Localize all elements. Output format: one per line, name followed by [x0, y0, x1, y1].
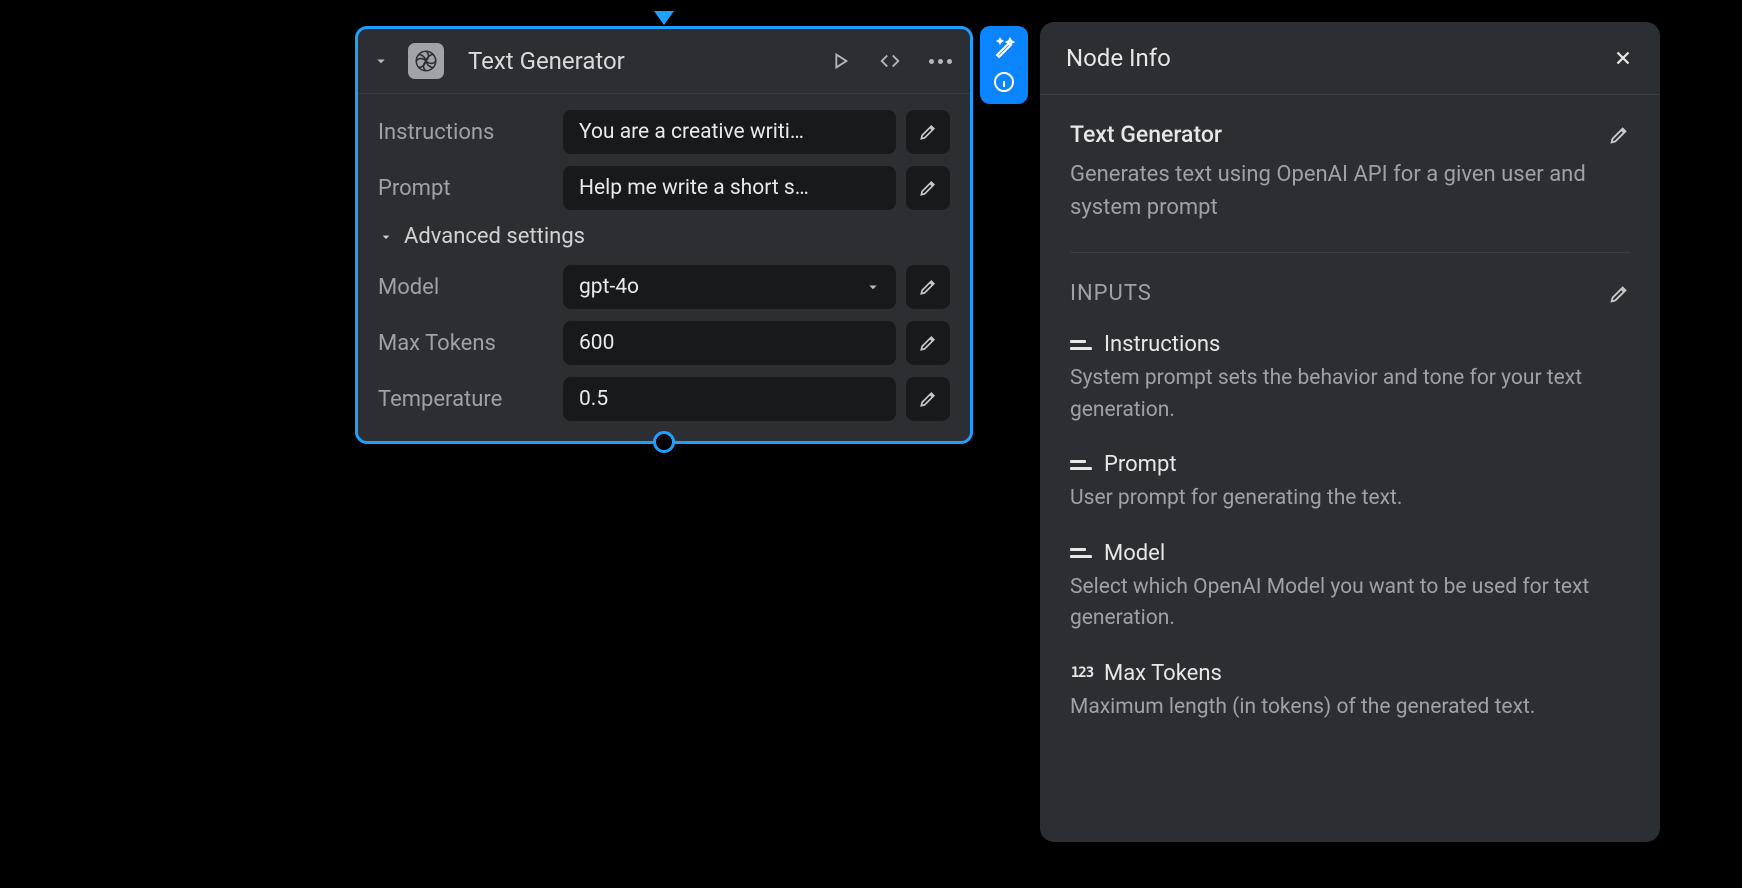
node-title: Text Generator [468, 47, 829, 75]
input-description: Maximum length (in tokens) of the genera… [1070, 692, 1630, 724]
advanced-settings-toggle[interactable]: Advanced settings [378, 224, 950, 249]
advanced-settings-label: Advanced settings [404, 224, 585, 249]
prompt-value[interactable]: Help me write a short s… [563, 166, 896, 210]
node-side-toolbar [980, 26, 1028, 104]
collapse-icon[interactable] [372, 52, 390, 70]
input-description: Select which OpenAI Model you want to be… [1070, 572, 1630, 635]
info-panel-title: Node Info [1066, 44, 1171, 72]
temperature-row: Temperature 0.5 [378, 377, 950, 421]
node-body: Instructions You are a creative writi… P… [358, 94, 970, 441]
openai-logo-icon [408, 43, 444, 79]
info-icon[interactable] [992, 70, 1016, 94]
input-name: Instructions [1104, 332, 1220, 357]
edit-node-name-button[interactable] [1608, 124, 1630, 146]
instructions-row: Instructions You are a creative writi… [378, 110, 950, 154]
text-generator-node[interactable]: Text Generator Instructions You are a cr… [355, 26, 973, 444]
more-menu-icon[interactable] [929, 59, 952, 64]
model-label: Model [378, 275, 553, 300]
input-name: Model [1104, 541, 1165, 566]
prompt-label: Prompt [378, 176, 553, 201]
edit-instructions-button[interactable] [906, 110, 950, 154]
edit-prompt-button[interactable] [906, 166, 950, 210]
input-item-prompt: Prompt User prompt for generating the te… [1070, 452, 1630, 515]
edit-inputs-button[interactable] [1608, 283, 1630, 305]
number-type-icon: 123 [1070, 665, 1094, 681]
temperature-value[interactable]: 0.5 [563, 377, 896, 421]
code-icon[interactable] [879, 50, 901, 72]
input-item-max-tokens: 123 Max Tokens Maximum length (in tokens… [1070, 661, 1630, 724]
divider [1070, 252, 1630, 253]
input-description: System prompt sets the behavior and tone… [1070, 363, 1630, 426]
text-type-icon [1070, 545, 1094, 561]
chevron-down-icon [864, 278, 882, 296]
temperature-label: Temperature [378, 387, 553, 412]
max-tokens-row: Max Tokens 600 [378, 321, 950, 365]
inputs-section-header: INPUTS [1070, 281, 1630, 306]
text-type-icon [1070, 337, 1094, 353]
instructions-label: Instructions [378, 120, 553, 145]
instructions-value[interactable]: You are a creative writi… [563, 110, 896, 154]
node-header: Text Generator [358, 29, 970, 94]
run-icon[interactable] [829, 50, 851, 72]
inputs-section-label: INPUTS [1070, 281, 1152, 306]
info-panel-header: Node Info [1040, 22, 1660, 95]
node-output-port[interactable] [653, 431, 675, 453]
close-icon[interactable] [1612, 47, 1634, 69]
max-tokens-value[interactable]: 600 [563, 321, 896, 365]
input-name: Max Tokens [1104, 661, 1222, 686]
model-value: gpt-4o [579, 275, 639, 299]
info-node-description: Generates text using OpenAI API for a gi… [1070, 158, 1630, 224]
edit-max-tokens-button[interactable] [906, 321, 950, 365]
info-panel-body: Text Generator Generates text using Open… [1040, 95, 1660, 775]
node-input-port-arrow [654, 11, 674, 25]
model-row: Model gpt-4o [378, 265, 950, 309]
input-item-model: Model Select which OpenAI Model you want… [1070, 541, 1630, 635]
magic-wand-icon[interactable] [992, 36, 1016, 60]
info-node-name: Text Generator [1070, 121, 1222, 148]
node-info-panel: Node Info Text Generator Generates text … [1040, 22, 1660, 842]
max-tokens-label: Max Tokens [378, 331, 553, 356]
input-item-instructions: Instructions System prompt sets the beha… [1070, 332, 1630, 426]
edit-model-button[interactable] [906, 265, 950, 309]
model-select[interactable]: gpt-4o [563, 265, 896, 309]
input-description: User prompt for generating the text. [1070, 483, 1630, 515]
edit-temperature-button[interactable] [906, 377, 950, 421]
prompt-row: Prompt Help me write a short s… [378, 166, 950, 210]
info-node-name-row: Text Generator [1070, 121, 1630, 148]
input-name: Prompt [1104, 452, 1177, 477]
text-type-icon [1070, 457, 1094, 473]
